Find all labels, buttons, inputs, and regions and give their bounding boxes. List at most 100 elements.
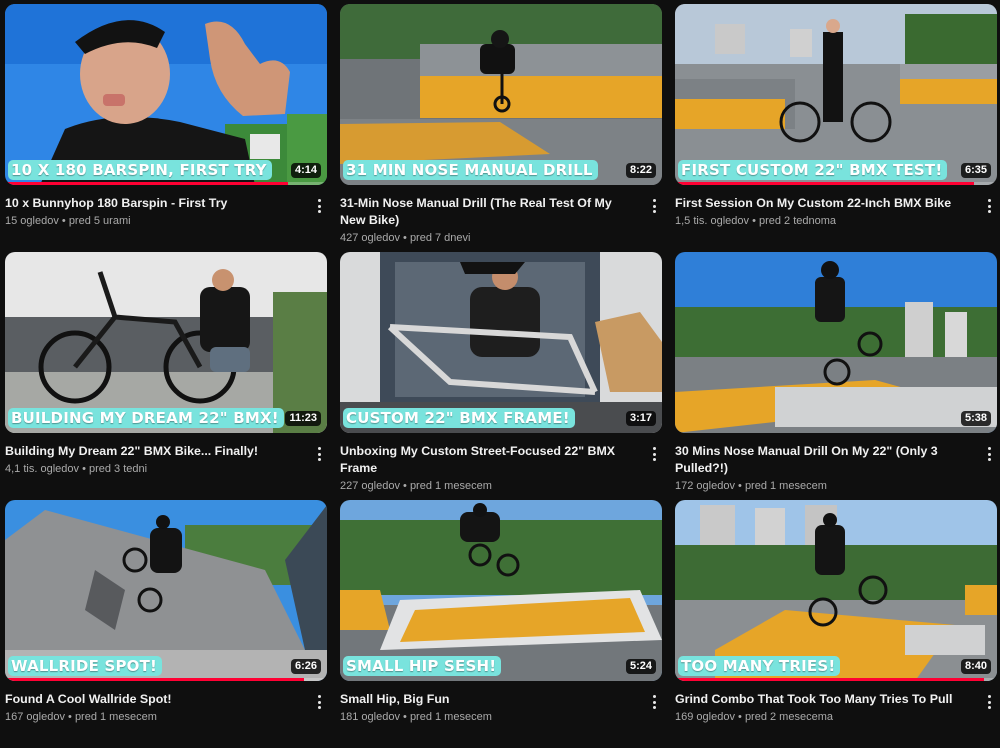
video-title[interactable]: 31-Min Nose Manual Drill (The Real Test … (340, 195, 638, 229)
thumbnail-image (675, 4, 997, 185)
video-thumbnail[interactable]: WALLRIDE SPOT! 6:26 (5, 500, 327, 681)
video-card[interactable]: FIRST CUSTOM 22" BMX TEST! 6:35 First Se… (675, 4, 997, 252)
thumbnail-overlay-title: 31 MIN NOSE MANUAL DRILL (343, 160, 598, 180)
more-vertical-icon[interactable] (983, 197, 995, 215)
video-thumbnail[interactable]: CUSTOM 22" BMX FRAME! 3:17 (340, 252, 662, 433)
upload-age: pred 5 urami (68, 215, 131, 227)
thumbnail-image (5, 500, 327, 681)
duration-badge: 8:40 (960, 659, 991, 674)
thumbnail-image (340, 4, 662, 185)
thumbnail-overlay-title: TOO MANY TRIES! (678, 656, 841, 676)
video-thumbnail[interactable]: FIRST CUSTOM 22" BMX TEST! 6:35 (675, 4, 997, 185)
more-vertical-icon[interactable] (648, 693, 660, 711)
more-vertical-icon[interactable] (983, 693, 995, 711)
separator-dot: • (738, 480, 742, 492)
view-count: 227 ogledov (340, 480, 400, 492)
duration-badge: 3:17 (625, 411, 656, 426)
video-meta: Found A Cool Wallride Spot! 167 ogledov … (5, 681, 327, 725)
more-vertical-icon[interactable] (648, 197, 660, 215)
upload-age: pred 2 mesecema (744, 711, 833, 723)
thumbnail-overlay-title: FIRST CUSTOM 22" BMX TEST! (678, 160, 948, 180)
video-meta: 31-Min Nose Manual Drill (The Real Test … (340, 185, 662, 246)
video-stats: 172 ogledov • pred 1 mesecem (675, 478, 973, 494)
video-thumbnail[interactable]: BUILDING MY DREAM 22" BMX! 11:23 (5, 252, 327, 433)
video-card[interactable]: 5:38 30 Mins Nose Manual Drill On My 22"… (675, 252, 997, 500)
video-stats: 167 ogledov • pred 1 mesecem (5, 709, 303, 725)
thumbnail-image (5, 4, 327, 185)
video-thumbnail[interactable]: TOO MANY TRIES! 8:40 (675, 500, 997, 681)
thumbnail-overlay-title: SMALL HIP SESH! (343, 656, 502, 676)
video-stats: 15 ogledov • pred 5 urami (5, 213, 303, 229)
more-vertical-icon[interactable] (648, 445, 660, 463)
video-meta: Grind Combo That Took Too Many Tries To … (675, 681, 997, 725)
video-title[interactable]: 30 Mins Nose Manual Drill On My 22" (Onl… (675, 443, 973, 477)
upload-age: pred 3 tedni (88, 463, 148, 475)
video-title[interactable]: 10 x Bunnyhop 180 Barspin - First Try (5, 195, 303, 212)
duration-badge: 5:38 (960, 411, 991, 426)
video-card[interactable]: BUILDING MY DREAM 22" BMX! 11:23 Buildin… (5, 252, 327, 500)
thumbnail-overlay-title: BUILDING MY DREAM 22" BMX! (8, 408, 284, 428)
more-vertical-icon[interactable] (313, 693, 325, 711)
upload-age: pred 1 mesecem (744, 480, 827, 492)
thumbnail-image (5, 252, 327, 433)
video-meta: 30 Mins Nose Manual Drill On My 22" (Onl… (675, 433, 997, 494)
upload-age: pred 1 mesecem (74, 711, 157, 723)
video-card[interactable]: SMALL HIP SESH! 5:24 Small Hip, Big Fun … (340, 500, 662, 748)
duration-badge: 11:23 (285, 411, 321, 426)
duration-badge: 6:35 (960, 163, 991, 178)
video-title[interactable]: Small Hip, Big Fun (340, 691, 638, 708)
view-count: 1,5 tis. ogledov (675, 215, 749, 227)
video-stats: 227 ogledov • pred 1 mesecem (340, 478, 638, 494)
separator-dot: • (403, 711, 407, 723)
video-card[interactable]: 10 x 180 BARSPIN, FIRST TRY 4:14 10 x Bu… (5, 4, 327, 252)
separator-dot: • (403, 232, 407, 244)
video-title[interactable]: Building My Dream 22" BMX Bike... Finall… (5, 443, 303, 460)
video-meta: Small Hip, Big Fun 181 ogledov • pred 1 … (340, 681, 662, 725)
video-stats: 4,1 tis. ogledov • pred 3 tedni (5, 461, 303, 477)
separator-dot: • (403, 480, 407, 492)
video-title[interactable]: First Session On My Custom 22-Inch BMX B… (675, 195, 973, 212)
video-card[interactable]: WALLRIDE SPOT! 6:26 Found A Cool Wallrid… (5, 500, 327, 748)
view-count: 172 ogledov (675, 480, 735, 492)
video-meta: 10 x Bunnyhop 180 Barspin - First Try 15… (5, 185, 327, 229)
video-grid: 10 x 180 BARSPIN, FIRST TRY 4:14 10 x Bu… (5, 4, 997, 748)
video-stats: 169 ogledov • pred 2 mesecema (675, 709, 973, 725)
thumbnail-image (675, 252, 997, 433)
duration-badge: 5:24 (625, 659, 656, 674)
more-vertical-icon[interactable] (313, 197, 325, 215)
separator-dot: • (61, 215, 66, 227)
video-thumbnail[interactable]: SMALL HIP SESH! 5:24 (340, 500, 662, 681)
video-title[interactable]: Found A Cool Wallride Spot! (5, 691, 303, 708)
video-meta: Building My Dream 22" BMX Bike... Finall… (5, 433, 327, 477)
separator-dot: • (82, 463, 86, 475)
video-card[interactable]: CUSTOM 22" BMX FRAME! 3:17 Unboxing My C… (340, 252, 662, 500)
thumbnail-image (675, 500, 997, 681)
view-count: 427 ogledov (340, 232, 400, 244)
video-card[interactable]: TOO MANY TRIES! 8:40 Grind Combo That To… (675, 500, 997, 748)
video-thumbnail[interactable]: 5:38 (675, 252, 997, 433)
view-count: 4,1 tis. ogledov (5, 463, 79, 475)
video-title[interactable]: Grind Combo That Took Too Many Tries To … (675, 691, 973, 708)
more-vertical-icon[interactable] (313, 445, 325, 463)
view-count: 15 ogledov (5, 215, 59, 227)
thumbnail-image (340, 500, 662, 681)
more-vertical-icon[interactable] (983, 445, 995, 463)
separator-dot: • (738, 711, 742, 723)
duration-badge: 4:14 (290, 163, 321, 178)
video-title[interactable]: Unboxing My Custom Street-Focused 22" BM… (340, 443, 638, 477)
thumbnail-overlay-title: CUSTOM 22" BMX FRAME! (343, 408, 575, 428)
video-stats: 1,5 tis. ogledov • pred 2 tednoma (675, 213, 973, 229)
video-thumbnail[interactable]: 31 MIN NOSE MANUAL DRILL 8:22 (340, 4, 662, 185)
video-stats: 427 ogledov • pred 7 dnevi (340, 230, 638, 246)
duration-badge: 8:22 (625, 163, 656, 178)
upload-age: pred 1 mesecem (409, 711, 492, 723)
video-card[interactable]: 31 MIN NOSE MANUAL DRILL 8:22 31-Min Nos… (340, 4, 662, 252)
separator-dot: • (752, 215, 756, 227)
video-meta: Unboxing My Custom Street-Focused 22" BM… (340, 433, 662, 494)
view-count: 181 ogledov (340, 711, 400, 723)
upload-age: pred 1 mesecem (409, 480, 492, 492)
thumbnail-overlay-title: 10 x 180 BARSPIN, FIRST TRY (8, 160, 272, 180)
upload-age: pred 2 tednoma (758, 215, 837, 227)
video-thumbnail[interactable]: 10 x 180 BARSPIN, FIRST TRY 4:14 (5, 4, 327, 185)
upload-age: pred 7 dnevi (409, 232, 471, 244)
